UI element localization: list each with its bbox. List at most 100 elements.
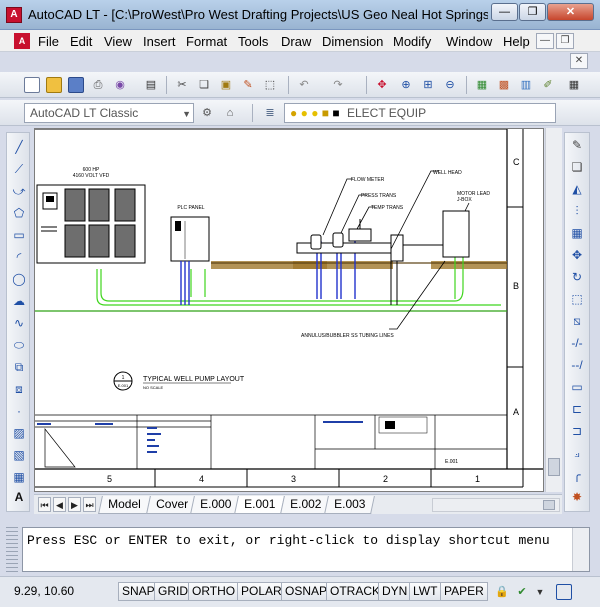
- arc-icon[interactable]: ◜: [11, 249, 27, 265]
- grid-toggle[interactable]: GRID: [154, 582, 192, 601]
- circle-icon[interactable]: ◯: [11, 271, 27, 287]
- doc-restore-button[interactable]: ❐: [556, 33, 574, 49]
- move-icon[interactable]: ✥: [569, 247, 585, 263]
- make-block-icon[interactable]: ⧈: [11, 381, 27, 397]
- explode-icon[interactable]: ✸: [569, 489, 585, 505]
- properties-icon[interactable]: ▦: [474, 77, 490, 93]
- menu-format[interactable]: Format: [186, 34, 227, 49]
- hatch-icon[interactable]: ▨: [11, 425, 27, 441]
- menu-file[interactable]: File: [38, 34, 59, 49]
- doc-close-button[interactable]: ✕: [570, 53, 588, 69]
- paper-toggle[interactable]: PAPER: [440, 582, 488, 601]
- vertical-scroll-thumb[interactable]: [548, 458, 560, 476]
- design-center-icon[interactable]: ▩: [496, 77, 512, 93]
- last-tab-icon[interactable]: ⏭: [83, 497, 96, 512]
- plot-preview-icon[interactable]: ◉: [112, 77, 128, 93]
- gradient-icon[interactable]: ▧: [11, 447, 27, 463]
- menu-insert[interactable]: Insert: [143, 34, 176, 49]
- zoom-window-icon[interactable]: ⊞: [420, 77, 436, 93]
- drawing-canvas[interactable]: C B A 5 4 3 2 1 600 HP 4160 VOLT VFD PLC…: [34, 128, 544, 492]
- fillet-icon[interactable]: ╭: [569, 467, 585, 483]
- horizontal-scroll-thumb[interactable]: [543, 500, 555, 510]
- tab-model[interactable]: Model: [98, 496, 151, 514]
- home-icon[interactable]: ⌂: [222, 105, 238, 121]
- layer-select[interactable]: ● ● ● ■ ■ ELECT EQUIP: [284, 103, 556, 123]
- next-tab-icon[interactable]: ▶: [68, 497, 81, 512]
- menu-modify[interactable]: Modify: [393, 34, 431, 49]
- layer-manager-icon[interactable]: ≣: [262, 105, 278, 121]
- revision-cloud-icon[interactable]: ☁: [11, 293, 27, 309]
- tool-palettes-icon[interactable]: ▥: [518, 77, 534, 93]
- multiline-text-icon[interactable]: A: [11, 489, 27, 505]
- lock-icon[interactable]: 🔒: [494, 584, 510, 600]
- doc-minimize-button[interactable]: —: [536, 33, 554, 49]
- rotate-icon[interactable]: ↻: [569, 269, 585, 285]
- menu-edit[interactable]: Edit: [70, 34, 92, 49]
- ortho-toggle[interactable]: ORTHO: [188, 582, 240, 601]
- table-icon[interactable]: ▦: [11, 469, 27, 485]
- otrack-toggle[interactable]: OTRACK: [326, 582, 385, 601]
- zoom-previous-icon[interactable]: ⊖: [442, 77, 458, 93]
- block-editor-icon[interactable]: ⬚: [262, 77, 278, 93]
- command-line-grip[interactable]: [6, 527, 18, 572]
- tray-settings-icon[interactable]: ✔: [514, 584, 530, 600]
- erase-icon[interactable]: ✎: [569, 137, 585, 153]
- menu-window[interactable]: Window: [446, 34, 492, 49]
- menu-help[interactable]: Help: [503, 34, 530, 49]
- snap-toggle[interactable]: SNAP: [118, 582, 159, 601]
- close-button[interactable]: ✕: [547, 3, 594, 21]
- menu-dimension[interactable]: Dimension: [322, 34, 383, 49]
- join-icon[interactable]: ⊐: [569, 423, 585, 439]
- vertical-scrollbar[interactable]: [545, 128, 562, 492]
- menu-tools[interactable]: Tools: [238, 34, 268, 49]
- prev-tab-icon[interactable]: ◀: [53, 497, 66, 512]
- tab-e003[interactable]: E.003: [324, 496, 376, 514]
- tab-e001[interactable]: E.001: [234, 496, 286, 514]
- pan-icon[interactable]: ✥: [374, 77, 390, 93]
- workspace-settings-icon[interactable]: ⚙: [199, 105, 215, 121]
- publish-icon[interactable]: ▤: [143, 77, 159, 93]
- workspace-select[interactable]: AutoCAD LT Classic ▼: [24, 103, 194, 123]
- menu-draw[interactable]: Draw: [281, 34, 311, 49]
- horizontal-scrollbar[interactable]: [432, 498, 560, 512]
- copy-icon[interactable]: ❏: [196, 77, 212, 93]
- undo-icon[interactable]: ↶: [296, 77, 312, 93]
- point-icon[interactable]: ·: [11, 403, 27, 419]
- clean-screen-icon[interactable]: [556, 584, 572, 600]
- cut-icon[interactable]: ✂: [174, 77, 190, 93]
- extend-icon[interactable]: --/: [569, 357, 585, 373]
- redo-icon[interactable]: ↷: [330, 77, 346, 93]
- zoom-realtime-icon[interactable]: ⊕: [398, 77, 414, 93]
- chamfer-icon[interactable]: ⟓: [569, 445, 585, 461]
- document-icon[interactable]: A: [14, 33, 30, 49]
- polar-toggle[interactable]: POLAR: [237, 582, 286, 601]
- polygon-icon[interactable]: ⬠: [11, 205, 27, 221]
- lwt-toggle[interactable]: LWT: [409, 582, 442, 601]
- line-icon[interactable]: ╱: [11, 139, 27, 155]
- autocad-logo-icon[interactable]: A: [6, 7, 22, 23]
- construction-line-icon[interactable]: ⟋: [11, 161, 27, 177]
- calculator-icon[interactable]: ▦: [566, 77, 582, 93]
- trim-icon[interactable]: -/-: [569, 335, 585, 351]
- command-line[interactable]: Press ESC or ENTER to exit, or right-cli…: [22, 527, 590, 572]
- open-icon[interactable]: [46, 77, 62, 93]
- break-at-point-icon[interactable]: ▭: [569, 379, 585, 395]
- paste-icon[interactable]: ▣: [218, 77, 234, 93]
- insert-block-icon[interactable]: ⧉: [11, 359, 27, 375]
- minimize-button[interactable]: —: [491, 3, 518, 21]
- command-scrollbar[interactable]: [572, 528, 589, 571]
- osnap-toggle[interactable]: OSNAP: [281, 582, 332, 601]
- cursor-coordinates[interactable]: 9.29, 10.60: [14, 584, 74, 598]
- spline-icon[interactable]: ∿: [11, 315, 27, 331]
- scale-icon[interactable]: ⬚: [569, 291, 585, 307]
- mirror-icon[interactable]: ◭: [569, 181, 585, 197]
- stretch-icon[interactable]: ⧅: [569, 313, 585, 329]
- rectangle-icon[interactable]: ▭: [11, 227, 27, 243]
- maximize-button[interactable]: ❐: [519, 3, 546, 21]
- save-icon[interactable]: [68, 77, 84, 93]
- print-icon[interactable]: ⎙: [90, 77, 106, 93]
- ellipse-icon[interactable]: ⬭: [11, 337, 27, 353]
- markup-icon[interactable]: ✐: [540, 77, 556, 93]
- first-tab-icon[interactable]: ⏮: [38, 497, 51, 512]
- break-icon[interactable]: ⊏: [569, 401, 585, 417]
